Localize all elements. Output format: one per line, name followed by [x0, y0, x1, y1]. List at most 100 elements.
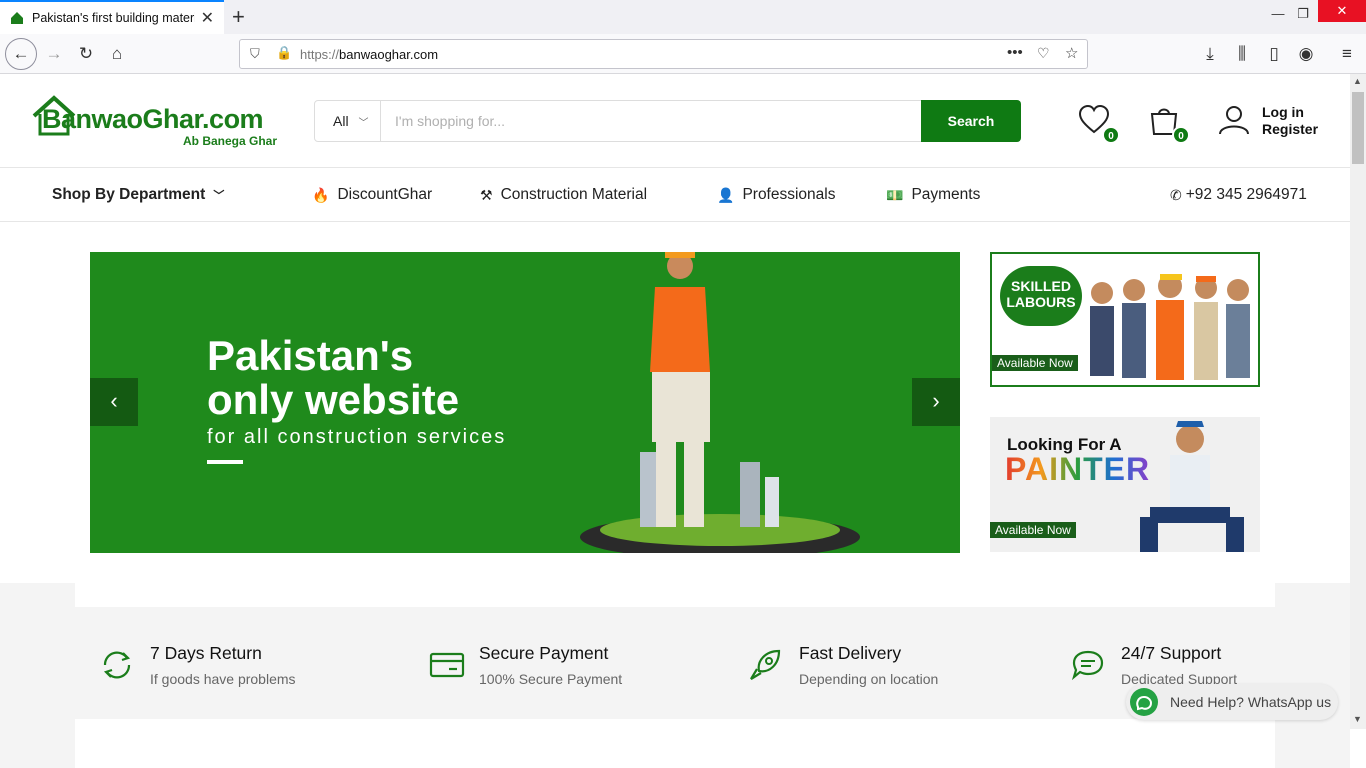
menu-icon[interactable]: ≡ [1334, 42, 1360, 66]
logo-tagline: Ab Banega Ghar [183, 134, 278, 148]
phone-icon: ✆ [1170, 186, 1182, 203]
nav-item-payments[interactable]: 💵 Payments [886, 186, 980, 204]
chevron-down-icon: ﹀ [358, 118, 369, 129]
pocket-icon[interactable]: ♡ [1037, 45, 1050, 62]
credit-card-icon [429, 652, 465, 678]
library-icon[interactable]: ⫼ [1229, 42, 1255, 66]
nav-item-label: DiscountGhar [337, 186, 433, 203]
page-actions-icon[interactable]: ••• [1007, 44, 1023, 61]
painter-word: PAINTER [1005, 451, 1151, 487]
phone-text: +92 345 2964971 [1185, 186, 1307, 203]
refresh-icon [103, 651, 131, 679]
url-text: https://banwaoghar.com [300, 47, 438, 62]
nav-item-discountghar[interactable]: 🔥 DiscountGhar [312, 186, 432, 204]
chat-icon [1071, 650, 1104, 681]
lock-icon[interactable]: 🔒 [276, 45, 292, 61]
nav-item-construction-material[interactable]: ⚒ Construction Material [480, 186, 647, 204]
whatsapp-help-button[interactable]: Need Help? WhatsApp us [1126, 684, 1338, 720]
hero-heading: Pakistan's only website [207, 334, 459, 422]
available-now-label: Available Now [990, 522, 1076, 538]
cart-count-badge: 0 [1172, 126, 1190, 144]
main-navigation: Shop By Department ﹀ 🔥 DiscountGhar ⚒ Co… [0, 168, 1350, 222]
site-header: BanwaoGhar.com Ab Banega Ghar All ﹀ Sear… [0, 74, 1350, 168]
tools-icon: ⚒ [480, 186, 493, 203]
wishlist-button[interactable]: 0 [1078, 104, 1120, 144]
sidebar-icon[interactable]: ▯ [1261, 42, 1287, 66]
restore-icon[interactable]: ❐ [1283, 4, 1323, 26]
bookmark-star-icon[interactable]: ☆ [1065, 44, 1078, 62]
downloads-icon[interactable]: ⤓ [1197, 42, 1223, 66]
features-strip: 7 Days Return If goods have problems Sec… [75, 607, 1275, 719]
feature-subtitle: 100% Secure Payment [479, 671, 623, 687]
chevron-down-icon: ﹀ [213, 190, 225, 202]
shield-icon[interactable]: ⛉ [250, 46, 260, 62]
whatsapp-label: Need Help? WhatsApp us [1170, 694, 1332, 710]
available-now-label: Available Now [992, 355, 1078, 371]
logo-brand: BanwaoGhar.com [42, 104, 264, 134]
skilled-labours-banner[interactable]: SKILLED LABOURS Available Now [990, 252, 1260, 387]
login-link[interactable]: Log in [1262, 104, 1318, 121]
back-icon[interactable]: ← [5, 38, 37, 70]
rocket-icon [750, 649, 781, 680]
window-close-icon[interactable]: ✕ [1318, 0, 1366, 22]
site-logo[interactable]: BanwaoGhar.com Ab Banega Ghar [30, 94, 290, 150]
search-input[interactable] [395, 101, 915, 141]
close-tab-icon[interactable]: ✕ [201, 8, 214, 28]
register-link[interactable]: Register [1262, 121, 1318, 138]
hero-slider: Pakistan's only website for all construc… [90, 252, 960, 553]
features-top-spacer [75, 583, 1275, 607]
forward-icon[interactable]: → [41, 42, 67, 66]
search-button[interactable]: Search [921, 100, 1021, 142]
feature-title: 24/7 Support [1121, 643, 1222, 663]
money-icon: 💵 [886, 186, 904, 203]
user-icon: 👤 [717, 186, 735, 203]
browser-tab-bar: Pakistan's first building materia ✕ + — … [0, 0, 1366, 34]
address-bar[interactable]: ⛉ 🔒 https://banwaoghar.com ••• ♡ ☆ [239, 39, 1088, 69]
worker-illustration [580, 252, 860, 553]
feature-title: Secure Payment [479, 643, 609, 663]
shop-by-department-label: Shop By Department [52, 186, 206, 203]
url-host: banwaoghar.com [339, 47, 439, 62]
web-page: BanwaoGhar.com Ab Banega Ghar All ﹀ Sear… [0, 74, 1350, 768]
feature-subtitle: If goods have problems [150, 671, 296, 687]
home-icon[interactable]: ⌂ [104, 42, 130, 66]
reload-icon[interactable]: ↻ [73, 42, 99, 66]
scroll-up-icon[interactable]: ▲ [1353, 76, 1362, 86]
favicon-icon [10, 11, 24, 25]
hero-heading-line2: only website [207, 376, 460, 423]
features-bottom-spacer [75, 719, 1275, 768]
labour-workers-illustration [1090, 274, 1250, 380]
page-scrollbar[interactable]: ▲ ▼ [1350, 74, 1366, 729]
browser-tab[interactable]: Pakistan's first building materia ✕ [0, 0, 224, 34]
painter-banner[interactable]: Looking For A PAINTER Available Now [990, 417, 1260, 552]
browser-toolbar: ← → ↻ ⌂ ⛉ 🔒 https://banwaoghar.com ••• ♡… [0, 34, 1366, 74]
search-bar: All ﹀ Search [314, 100, 1021, 142]
shop-by-department-menu[interactable]: Shop By Department ﹀ [52, 186, 224, 204]
whatsapp-icon [1130, 688, 1158, 716]
feature-subtitle: Depending on location [799, 671, 939, 687]
slider-prev-arrow[interactable]: ‹ [90, 378, 138, 426]
url-scheme: https:// [300, 47, 340, 62]
auth-links: Log in Register [1262, 104, 1318, 138]
cart-button[interactable]: 0 [1148, 104, 1190, 144]
hero-divider [207, 460, 243, 464]
scroll-down-icon[interactable]: ▼ [1353, 714, 1362, 724]
tab-title: Pakistan's first building materia [32, 11, 195, 25]
scroll-thumb[interactable] [1352, 92, 1364, 164]
nav-item-label: Professionals [742, 186, 836, 203]
new-tab-button[interactable]: + [232, 4, 245, 30]
skilled-labours-badge: SKILLED LABOURS [1000, 266, 1082, 326]
painter-illustration [1140, 421, 1244, 552]
feature-title: Fast Delivery [799, 643, 902, 663]
account-icon[interactable]: ◉ [1293, 42, 1319, 66]
nav-item-label: Payments [911, 186, 981, 203]
phone-number[interactable]: ✆ +92 345 2964971 [1170, 186, 1307, 204]
nav-item-professionals[interactable]: 👤 Professionals [717, 186, 835, 204]
slider-next-arrow[interactable]: › [912, 378, 960, 426]
nav-item-label: Construction Material [500, 186, 648, 203]
wishlist-count-badge: 0 [1102, 126, 1120, 144]
feature-title: 7 Days Return [150, 643, 262, 663]
account-user-button[interactable] [1218, 104, 1252, 138]
search-category-select[interactable]: All ﹀ [315, 101, 381, 141]
search-category-value: All [333, 113, 349, 129]
